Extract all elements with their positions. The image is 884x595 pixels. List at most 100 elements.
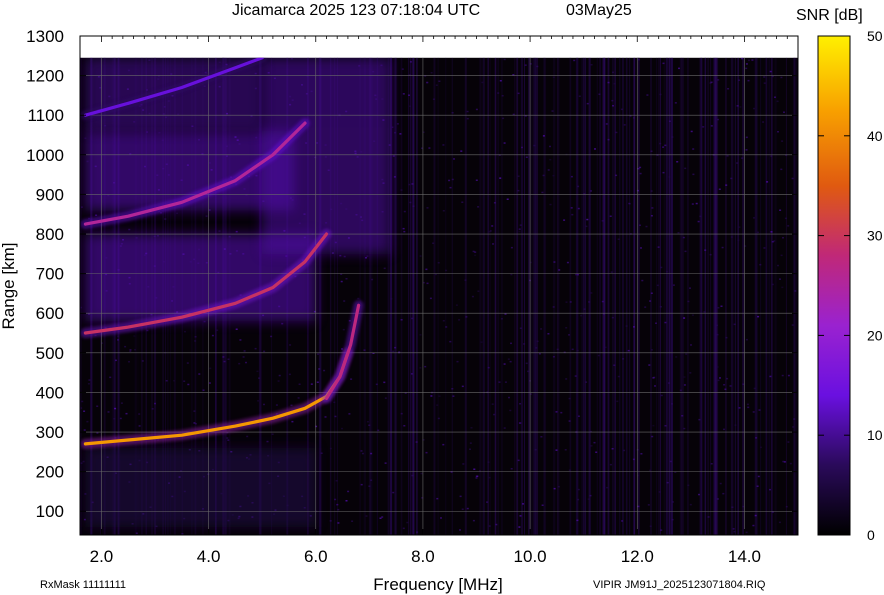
noise-speck <box>660 266 663 269</box>
noise-speck <box>769 488 771 491</box>
colorbar-tick-label: 30 <box>867 228 883 244</box>
noise-speck <box>666 270 669 273</box>
noise-speck <box>745 338 748 341</box>
noise-speck <box>662 171 665 174</box>
noise-streak <box>516 57 519 536</box>
noise-speck <box>586 102 589 105</box>
noise-speck <box>425 451 428 454</box>
noise-speck <box>442 210 445 212</box>
noise-speck <box>770 231 773 233</box>
noise-speck <box>594 148 596 150</box>
noise-speck <box>577 415 580 417</box>
noise-speck <box>489 230 492 232</box>
noise-speck <box>668 120 671 122</box>
noise-speck <box>80 462 83 464</box>
noise-speck <box>721 246 724 249</box>
noise-speck <box>223 360 226 363</box>
noise-speck <box>320 452 323 454</box>
noise-speck <box>762 121 765 123</box>
noise-streak <box>755 57 758 536</box>
noise-speck <box>430 72 433 74</box>
noise-speck <box>392 491 395 494</box>
noise-speck <box>552 174 555 177</box>
noise-speck <box>725 184 728 186</box>
noise-speck <box>692 148 695 150</box>
noise-speck <box>672 284 675 286</box>
noise-speck <box>154 402 156 405</box>
noise-speck <box>503 427 506 429</box>
noise-streak <box>734 57 736 536</box>
noise-speck <box>263 403 265 406</box>
noise-speck <box>120 402 123 404</box>
noise-speck <box>745 531 748 534</box>
noise-speck <box>707 516 710 518</box>
noise-speck <box>218 230 221 232</box>
noise-speck <box>88 379 91 381</box>
noise-speck <box>471 295 474 298</box>
noise-speck <box>525 362 528 365</box>
noise-streak <box>737 57 739 536</box>
noise-speck <box>717 79 720 81</box>
noise-speck <box>138 413 141 415</box>
noise-speck <box>429 297 432 300</box>
noise-speck <box>400 412 403 415</box>
noise-speck <box>650 215 653 217</box>
noise-speck <box>383 267 386 270</box>
noise-speck <box>370 452 373 455</box>
noise-streak <box>668 57 671 536</box>
noise-streak <box>520 57 523 536</box>
noise-speck <box>501 95 504 97</box>
noise-speck <box>745 63 748 65</box>
y-tick-label: 100 <box>36 502 64 521</box>
noise-speck <box>580 314 583 317</box>
noise-speck <box>400 319 403 321</box>
noise-speck <box>151 408 154 410</box>
noise-speck <box>438 80 441 82</box>
y-tick-label: 1000 <box>26 146 64 165</box>
noise-speck <box>288 373 291 376</box>
noise-speck <box>510 468 513 470</box>
noise-speck <box>289 344 292 346</box>
noise-speck <box>645 225 648 228</box>
noise-speck <box>534 448 537 451</box>
noise-streak <box>795 57 797 536</box>
noise-speck <box>415 441 418 443</box>
colorbar-tick-label: 50 <box>867 28 883 44</box>
y-tick-label: 300 <box>36 423 64 442</box>
noise-speck <box>343 300 346 302</box>
noise-speck <box>504 313 507 315</box>
noise-speck <box>576 519 579 522</box>
noise-speck <box>695 202 698 205</box>
noise-speck <box>409 61 412 63</box>
y-tick-label: 600 <box>36 304 64 323</box>
noise-speck <box>653 376 656 379</box>
noise-speck <box>771 75 774 78</box>
noise-speck <box>464 279 467 281</box>
noise-speck <box>480 341 483 343</box>
diffuse-echo-region <box>262 57 391 254</box>
noise-speck <box>671 136 674 138</box>
noise-speck <box>632 458 635 461</box>
noise-speck <box>651 435 654 438</box>
noise-speck <box>392 155 395 157</box>
noise-speck <box>95 214 98 216</box>
noise-streak <box>588 57 591 536</box>
y-tick-label: 1200 <box>26 67 64 86</box>
noise-speck <box>723 428 725 431</box>
noise-speck <box>745 136 748 139</box>
noise-speck <box>656 284 659 287</box>
noise-speck <box>678 67 680 70</box>
noise-speck <box>263 350 266 353</box>
noise-speck <box>627 349 630 352</box>
noise-speck <box>202 389 205 391</box>
x-tick-label: 4.0 <box>197 547 221 566</box>
noise-speck <box>586 218 589 221</box>
noise-speck <box>533 144 536 147</box>
noise-streak <box>410 57 412 536</box>
noise-speck <box>742 505 745 508</box>
noise-speck <box>361 452 364 455</box>
noise-speck <box>774 96 776 98</box>
noise-speck <box>639 172 642 175</box>
noise-speck <box>165 380 168 382</box>
noise-speck <box>453 158 455 160</box>
